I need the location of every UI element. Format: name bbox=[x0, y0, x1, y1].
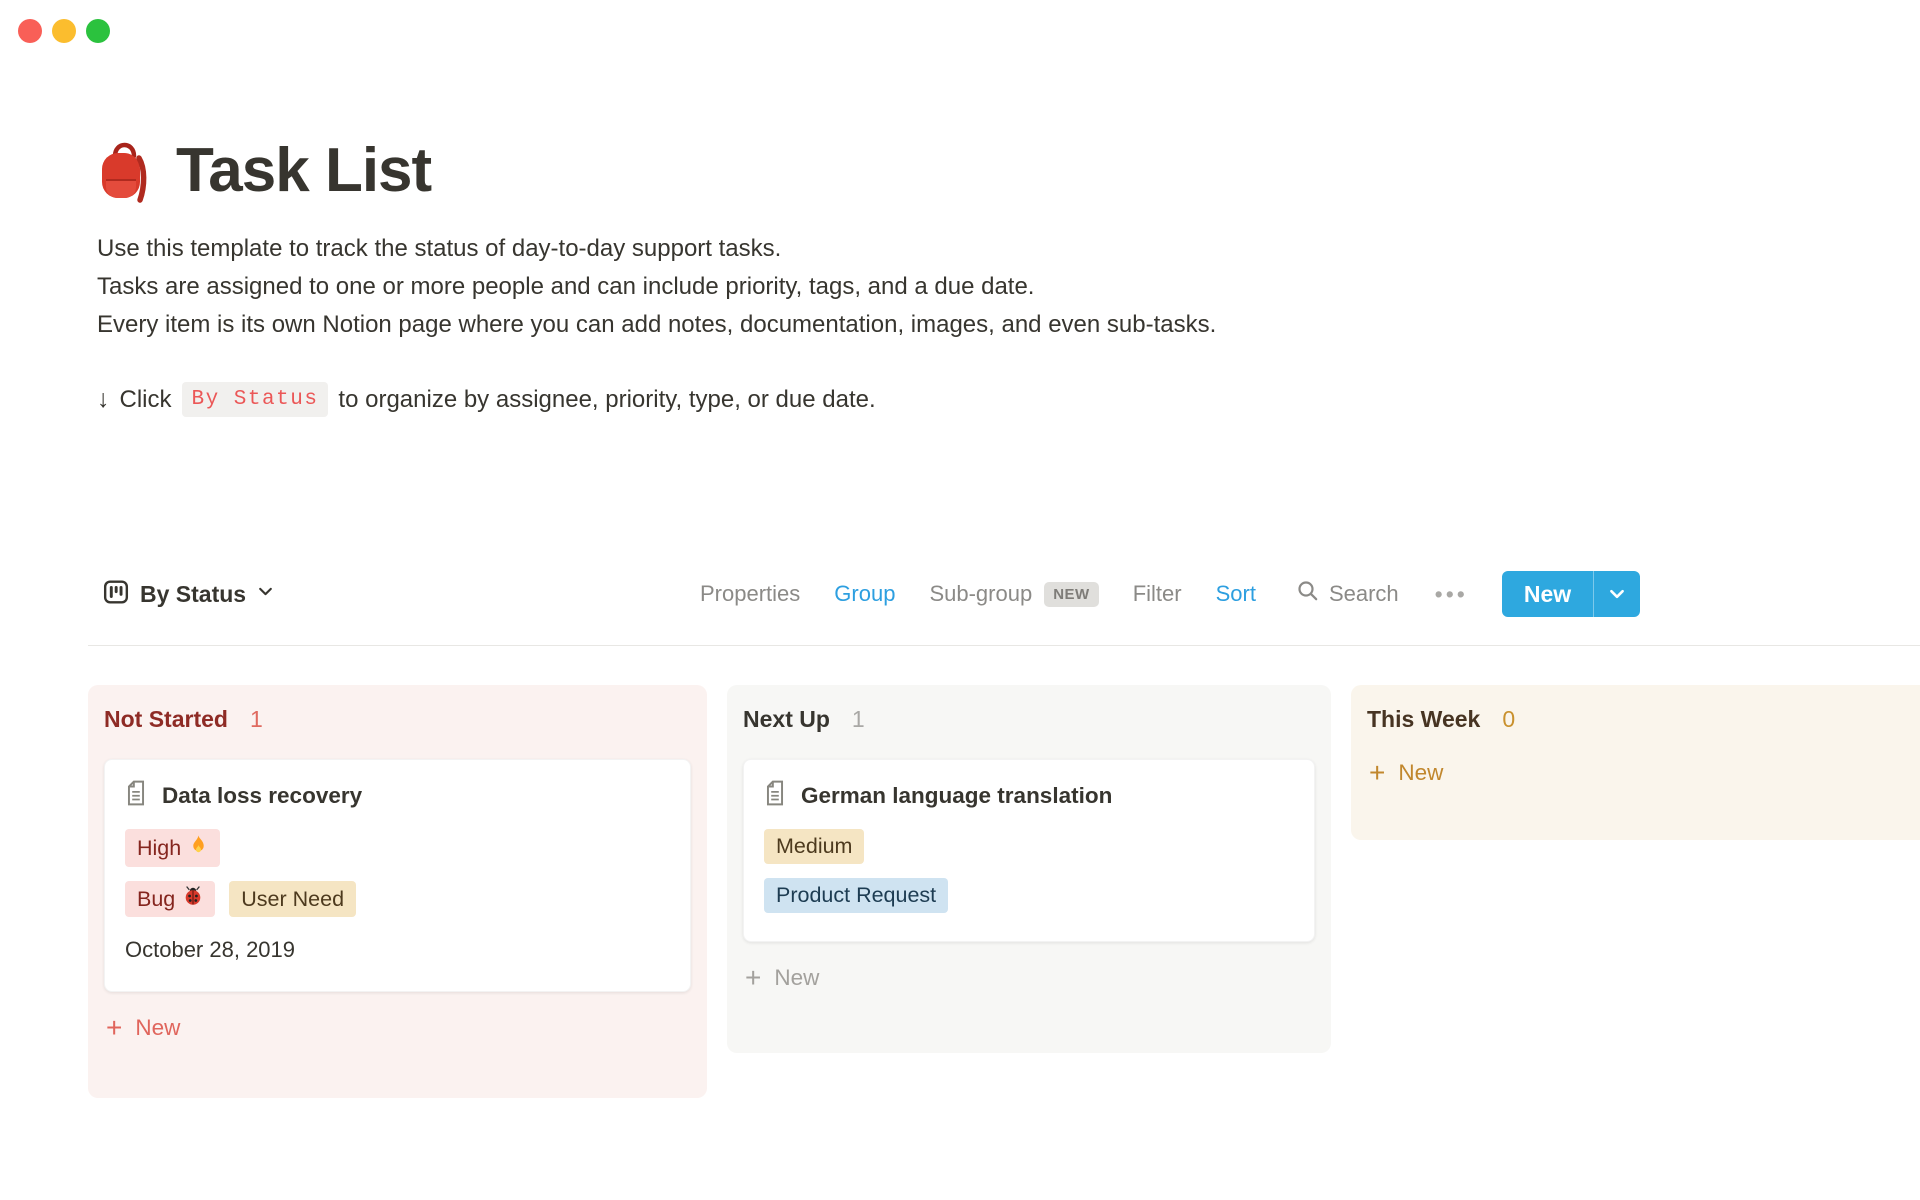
search-label: Search bbox=[1329, 581, 1399, 607]
column-header[interactable]: Next Up 1 bbox=[743, 685, 1315, 735]
search-button[interactable]: Search bbox=[1296, 579, 1399, 609]
window-controls bbox=[18, 19, 110, 43]
board-column-this-week: This Week 0 + New bbox=[1351, 685, 1920, 840]
instruction-line: ↓ Click By Status to organize by assigne… bbox=[97, 382, 876, 417]
more-options-button[interactable]: ••• bbox=[1435, 581, 1468, 608]
add-card-button-this-week[interactable]: + New bbox=[1367, 753, 1904, 793]
down-arrow-icon: ↓ bbox=[97, 385, 110, 414]
page-title: Task List bbox=[176, 134, 431, 208]
group-button[interactable]: Group bbox=[834, 581, 895, 607]
column-name: Next Up bbox=[743, 706, 830, 733]
board-view-icon bbox=[103, 579, 129, 610]
card-title: Data loss recovery bbox=[162, 783, 362, 809]
zoom-button[interactable] bbox=[86, 19, 110, 43]
new-feature-badge: NEW bbox=[1044, 582, 1099, 607]
minimize-button[interactable] bbox=[52, 19, 76, 43]
description-line: Tasks are assigned to one or more people… bbox=[97, 272, 1034, 302]
plus-icon: + bbox=[106, 1014, 122, 1042]
new-button[interactable]: New bbox=[1502, 571, 1640, 617]
task-card-german-language-translation[interactable]: German language translation Medium Produ… bbox=[743, 759, 1315, 942]
view-name-label: By Status bbox=[140, 581, 246, 608]
instruction-text-after: to organize by assignee, priority, type,… bbox=[338, 386, 875, 414]
instruction-text-before: Click bbox=[120, 386, 172, 414]
fire-emoji-icon bbox=[189, 834, 208, 862]
properties-button[interactable]: Properties bbox=[700, 581, 800, 607]
type-tag-user-need: User Need bbox=[229, 881, 356, 917]
column-count: 1 bbox=[250, 706, 263, 733]
due-date: October 28, 2019 bbox=[125, 937, 670, 963]
column-name: This Week bbox=[1367, 706, 1480, 733]
sort-button[interactable]: Sort bbox=[1216, 581, 1256, 607]
chevron-down-icon bbox=[257, 583, 274, 605]
new-button-label[interactable]: New bbox=[1502, 571, 1593, 617]
add-card-button-not-started[interactable]: + New bbox=[104, 1008, 691, 1048]
type-tag-product-request: Product Request bbox=[764, 878, 948, 913]
backpack-emoji-icon[interactable] bbox=[94, 140, 154, 210]
task-card-data-loss-recovery[interactable]: Data loss recovery High bbox=[104, 759, 691, 992]
column-header[interactable]: This Week 0 bbox=[1367, 685, 1904, 735]
board-column-not-started: Not Started 1 Data loss recovery bbox=[88, 685, 707, 1098]
toolbar-divider bbox=[88, 645, 1920, 646]
board-column-next-up: Next Up 1 German language translation bbox=[727, 685, 1331, 1053]
card-title: German language translation bbox=[801, 783, 1112, 809]
page-document-icon bbox=[125, 780, 147, 811]
kanban-board: Not Started 1 Data loss recovery bbox=[0, 685, 1920, 1125]
description-line: Use this template to track the status of… bbox=[97, 234, 781, 264]
plus-icon: + bbox=[745, 964, 761, 992]
plus-icon: + bbox=[1369, 759, 1385, 787]
search-icon bbox=[1296, 579, 1320, 609]
column-header[interactable]: Not Started 1 bbox=[104, 685, 691, 735]
view-switcher[interactable]: By Status bbox=[103, 570, 274, 618]
subgroup-button[interactable]: Sub-group bbox=[929, 581, 1032, 607]
priority-tag-medium: Medium bbox=[764, 829, 864, 864]
close-button[interactable] bbox=[18, 19, 42, 43]
column-count: 0 bbox=[1502, 706, 1515, 733]
by-status-code-chip: By Status bbox=[182, 382, 329, 417]
description-line: Every item is its own Notion page where … bbox=[97, 310, 1216, 340]
new-button-dropdown[interactable] bbox=[1594, 571, 1640, 617]
page-document-icon bbox=[764, 780, 786, 811]
column-count: 1 bbox=[852, 706, 865, 733]
column-name: Not Started bbox=[104, 706, 228, 733]
notion-window: Task List Use this template to track the… bbox=[0, 0, 1920, 1200]
add-card-button-next-up[interactable]: + New bbox=[743, 958, 1315, 998]
filter-button[interactable]: Filter bbox=[1133, 581, 1182, 607]
priority-tag-high: High bbox=[125, 829, 220, 867]
type-tag-bug: Bug bbox=[125, 881, 215, 917]
view-options-toolbar: Properties Group Sub-group NEW Filter So… bbox=[700, 570, 1640, 618]
ladybug-emoji-icon bbox=[183, 886, 203, 912]
